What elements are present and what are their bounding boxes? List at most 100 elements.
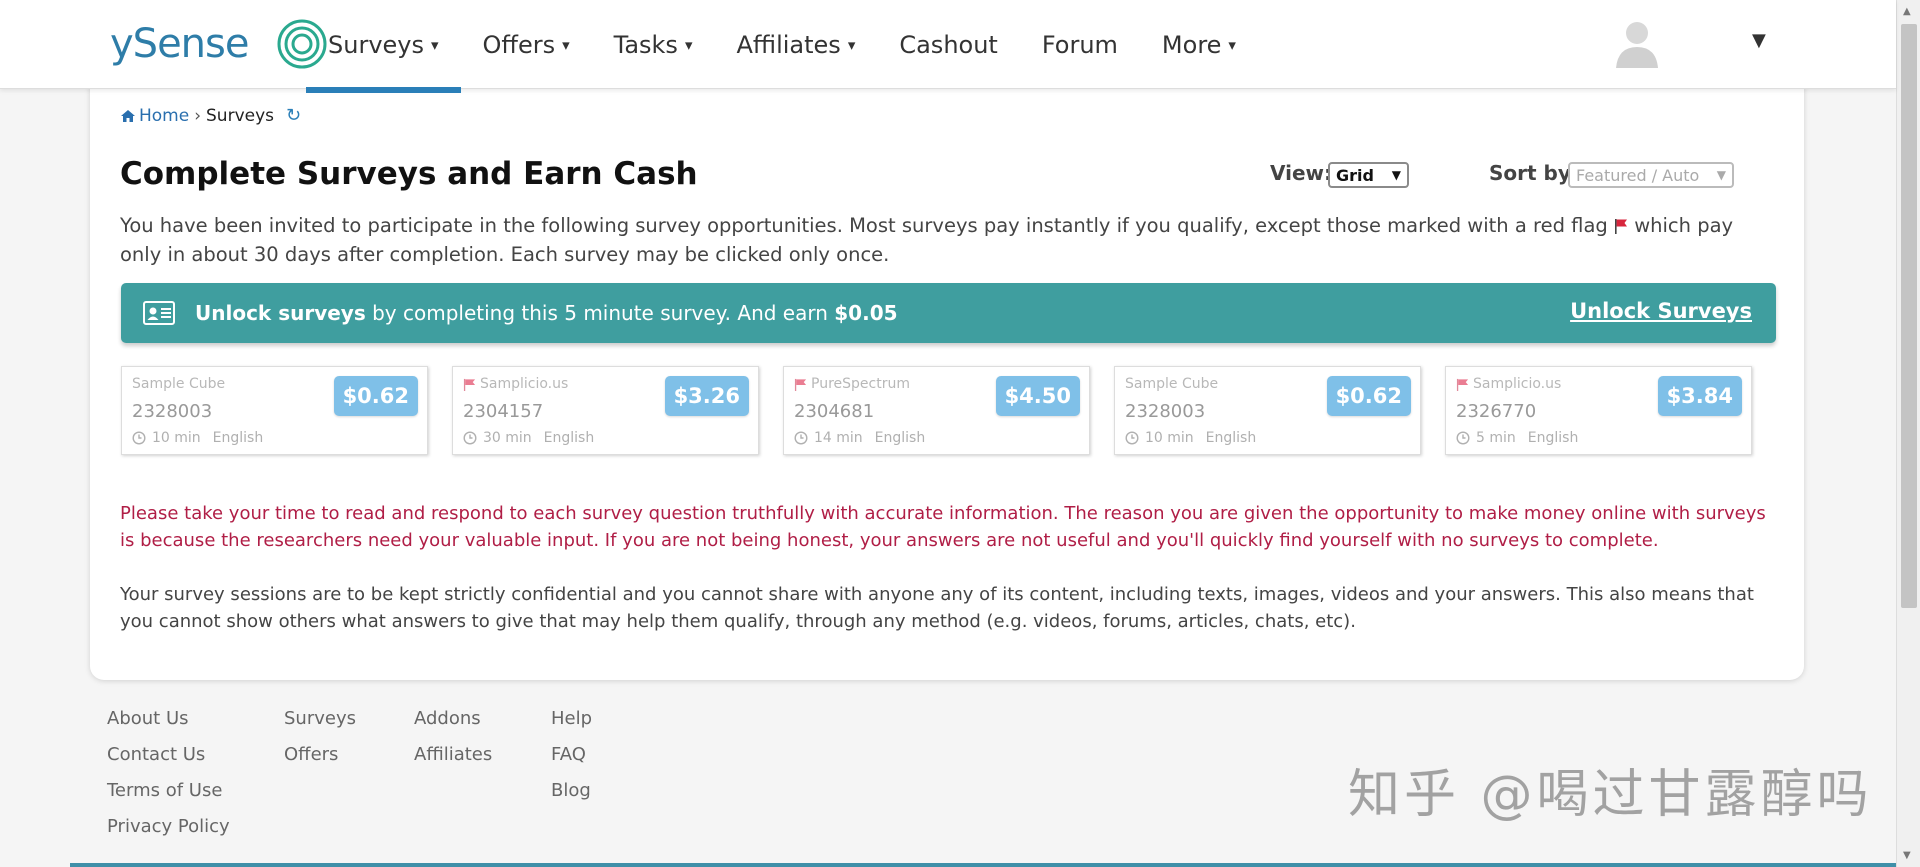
survey-language: English [1205,430,1257,446]
survey-meta: 10 min English [1125,430,1256,446]
footer-link-blog[interactable]: Blog [551,780,592,816]
survey-language: English [874,430,926,446]
survey-duration: 5 min [1476,430,1516,446]
clock-icon [794,431,808,445]
nav-offers[interactable]: Offers ▾ [461,0,592,89]
honesty-warning: Please take your time to read and respon… [120,503,1766,551]
red-flag-icon [794,378,807,391]
survey-grid: Sample Cube 2328003 10 min English $0.62 Samp… [121,366,1752,455]
survey-provider: Samplicio.us [463,376,568,392]
confidentiality-notice: Your survey sessions are to be kept stri… [120,584,1754,632]
unlock-surveys-link[interactable]: Unlock Surveys [1570,299,1752,323]
survey-provider-name: Sample Cube [132,376,226,392]
scroll-down-icon[interactable]: ▼ [1903,850,1911,861]
footer-link-faq[interactable]: FAQ [551,744,592,780]
footer-link-terms[interactable]: Terms of Use [107,780,230,816]
survey-id: 2326770 [1456,401,1537,422]
footer-link-addons[interactable]: Addons [414,708,492,744]
clock-icon [1125,431,1139,445]
survey-price-badge[interactable]: $0.62 [1326,376,1411,416]
view-select-value: Grid [1336,165,1374,185]
user-avatar[interactable] [1612,16,1662,70]
scroll-up-icon[interactable]: ▲ [1903,6,1911,17]
survey-price-badge[interactable]: $3.26 [664,376,749,416]
sort-select-value: Featured / Auto [1576,165,1700,185]
clock-icon [132,431,146,445]
survey-language: English [1527,430,1579,446]
unlock-surveys-banner[interactable]: Unlock surveys by completing this 5 minu… [121,283,1776,343]
survey-provider-name: PureSpectrum [811,376,910,392]
survey-duration: 10 min [152,430,201,446]
caret-down-icon: ▾ [684,35,693,54]
nav-tasks[interactable]: Tasks ▾ [592,0,715,89]
nav-forum[interactable]: Forum [1020,0,1140,89]
survey-provider: Sample Cube [1125,376,1218,392]
intro-text: You have been invited to participate in … [120,211,1780,269]
caret-down-icon: ▾ [1228,35,1236,54]
survey-provider: Samplicio.us [1456,376,1561,392]
id-card-icon [143,301,175,325]
banner-text: Unlock surveys by completing this 5 minu… [195,301,898,325]
breadcrumb-home[interactable]: Home [120,106,189,126]
nav-label: Cashout [899,30,998,59]
footer-link-affiliates[interactable]: Affiliates [414,744,492,780]
nav-more[interactable]: More ▾ [1140,0,1258,89]
survey-duration: 10 min [1145,430,1194,446]
logo-text: ySense [110,21,249,67]
footer-link-contact[interactable]: Contact Us [107,744,230,780]
survey-price-badge[interactable]: $3.84 [1657,376,1742,416]
select-arrow-icon: ▼ [1716,168,1726,182]
survey-price-badge[interactable]: $4.50 [995,376,1080,416]
footer-col-support: Help FAQ Blog [551,708,592,816]
nav-label: Surveys [328,30,424,59]
survey-language: English [543,430,595,446]
survey-price-badge[interactable]: $0.62 [333,376,418,416]
survey-card[interactable]: Sample Cube 2328003 10 min English $0.62 [121,366,428,455]
survey-meta: 5 min English [1456,430,1578,446]
survey-id: 2328003 [132,401,213,422]
survey-id: 2304681 [794,401,875,422]
page-title: Complete Surveys and Earn Cash [120,156,698,192]
survey-card[interactable]: Samplicio.us 2326770 5 min English $3.84 [1445,366,1752,455]
nav-label: Tasks [613,30,678,59]
sort-select[interactable]: Featured / Auto ▼ [1568,162,1734,188]
footer-link-surveys[interactable]: Surveys [284,708,356,744]
refresh-icon[interactable]: ↻ [286,105,301,126]
scroll-thumb[interactable] [1901,24,1917,608]
footer-link-privacy[interactable]: Privacy Policy [107,816,230,852]
footer-link-about[interactable]: About Us [107,708,230,744]
footer-col-earn: Surveys Offers [284,708,356,780]
footer-link-help[interactable]: Help [551,708,592,744]
nav-cashout[interactable]: Cashout [877,0,1019,89]
home-icon [121,109,135,122]
user-menu-caret-icon[interactable]: ▼ [1752,30,1766,51]
footer-col-company: About Us Contact Us Terms of Use Privacy… [107,708,230,852]
survey-language: English [212,430,264,446]
red-flag-icon [1456,378,1469,391]
footer-link-offers[interactable]: Offers [284,744,356,780]
main-nav: Surveys ▾ Offers ▾ Tasks ▾ Affiliates ▾ Cash… [306,0,1258,93]
survey-card[interactable]: Sample Cube 2328003 10 min English $0.62 [1114,366,1421,455]
nav-label: Offers [482,30,556,59]
select-arrow-icon: ▼ [1391,168,1401,182]
survey-duration: 14 min [814,430,863,446]
intro-part1: You have been invited to participate in … [120,214,1608,237]
caret-down-icon: ▾ [431,35,439,54]
sort-label: Sort by: [1489,161,1579,185]
nav-surveys[interactable]: Surveys ▾ [306,0,461,93]
survey-meta: 14 min English [794,430,925,446]
page-scrollbar[interactable]: ▲ ▼ [1896,0,1920,867]
survey-provider: Sample Cube [132,376,225,392]
breadcrumb-home-label: Home [139,105,190,126]
top-navbar: ySense Surveys ▾ Offers ▾ Tasks ▾ Affiliate… [0,0,1896,93]
survey-card[interactable]: PureSpectrum 2304681 14 min English $4.50 [783,366,1090,455]
banner-middle: by completing this 5 minute survey. And … [365,301,835,325]
view-select[interactable]: Grid ▼ [1328,162,1409,188]
caret-down-icon: ▾ [562,35,570,54]
clock-icon [463,431,477,445]
survey-card[interactable]: Samplicio.us 2304157 30 min English $3.26 [452,366,759,455]
nav-label: Affiliates [736,30,841,59]
nav-affiliates[interactable]: Affiliates ▾ [714,0,877,89]
ysense-logo[interactable]: ySense [110,14,327,74]
banner-amount: $0.05 [834,301,898,325]
